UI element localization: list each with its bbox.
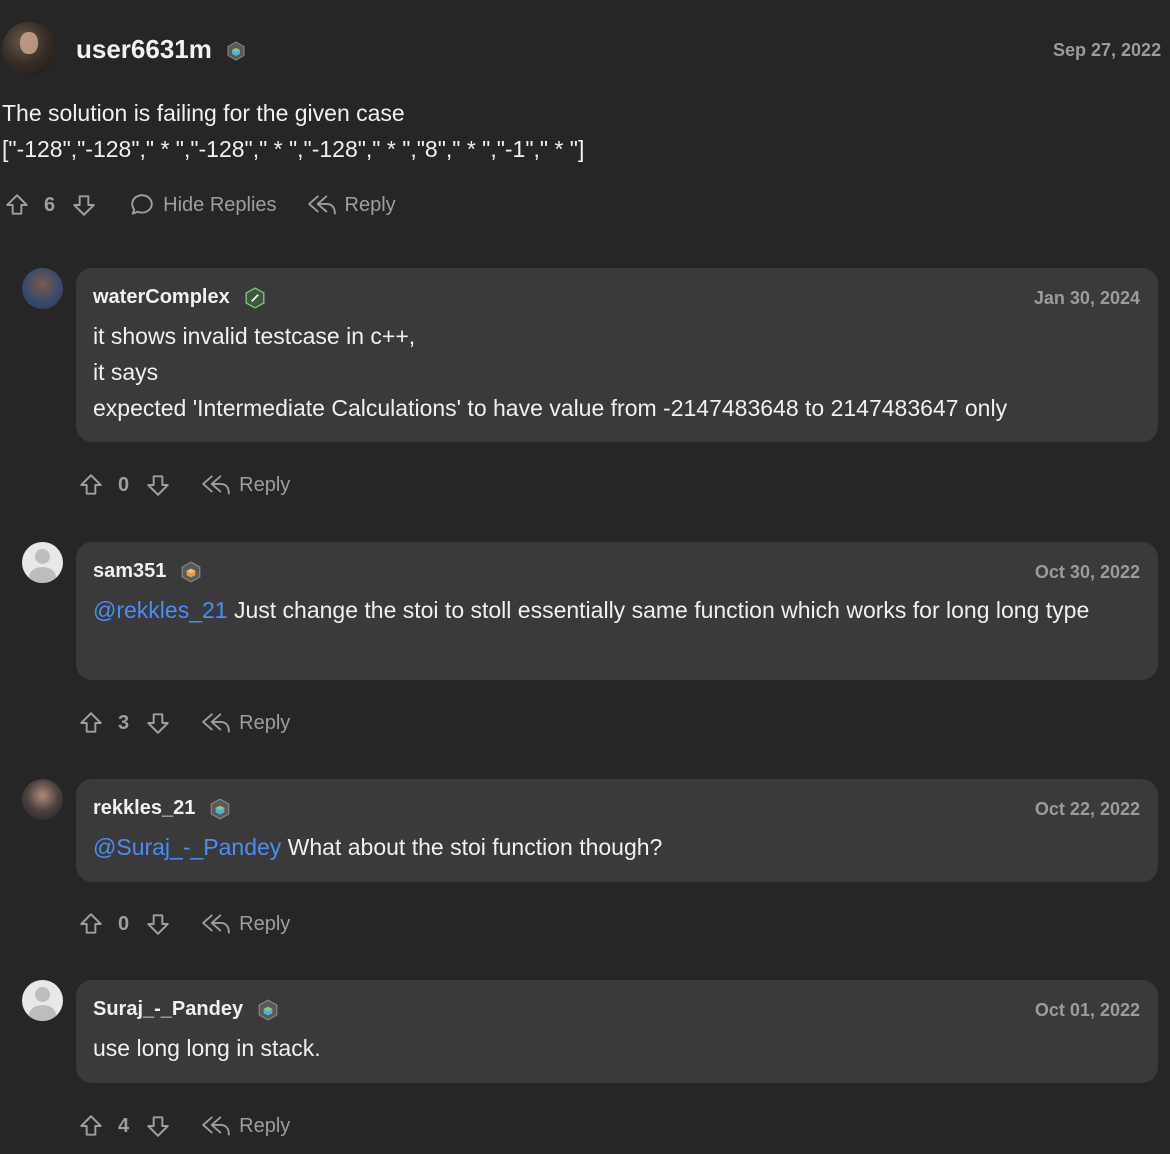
avatar[interactable] [2, 22, 56, 76]
reply-button[interactable]: Reply [201, 1113, 290, 1139]
hide-replies-button[interactable]: Hide Replies [129, 192, 277, 218]
vote-count: 4 [118, 1114, 130, 1137]
comment-text: Just change the stoi to stoll essentiall… [227, 597, 1090, 623]
comment-line: expected 'Intermediate Calculations' to … [93, 395, 1008, 421]
arrow-up-outline-icon[interactable] [78, 472, 104, 498]
avatar[interactable] [22, 268, 63, 309]
reply-button[interactable]: Reply [201, 911, 290, 937]
mention-link[interactable]: @rekkles_21 [93, 597, 228, 623]
vote-count: 3 [118, 711, 130, 734]
comment-actions: 0 Reply [78, 472, 290, 498]
comment-body: @rekkles_21 Just change the stoi to stol… [93, 592, 1140, 628]
comment-body: @Suraj_-_Pandey What about the stoi func… [93, 829, 1140, 865]
arrow-up-outline-icon[interactable] [78, 710, 104, 736]
avatar[interactable] [22, 779, 63, 820]
reply-arrow-icon [201, 1113, 231, 1139]
arrow-up-outline-icon[interactable] [4, 192, 30, 218]
arrow-up-outline-icon[interactable] [78, 911, 104, 937]
reply-card: rekkles_21 Oct 22, 2022 @Suraj_-_Pandey … [76, 779, 1158, 882]
cube-badge-icon [226, 41, 246, 61]
reply-label: Reply [344, 193, 396, 216]
comment-line: The solution is failing for the given ca… [2, 100, 405, 126]
post-date: Jan 30, 2024 [1033, 288, 1140, 308]
speech-bubble-icon [129, 192, 155, 218]
username[interactable]: user6631m [76, 34, 246, 65]
comment-body: The solution is failing for the given ca… [2, 95, 584, 167]
reply-button[interactable]: Reply [307, 192, 396, 218]
reply-card: Suraj_-_Pandey Oct 01, 2022 use long lon… [76, 980, 1158, 1083]
username-label[interactable]: Suraj_-_Pandey [93, 998, 243, 1020]
reply-arrow-icon [201, 710, 231, 736]
username-label[interactable]: rekkles_21 [93, 797, 195, 819]
hide-replies-label: Hide Replies [163, 193, 277, 216]
cube-badge-icon [244, 287, 266, 309]
username-label[interactable]: sam351 [93, 560, 166, 582]
cube-badge-icon [209, 798, 231, 820]
reply-card: waterComplex Jan 30, 2024 it shows inval… [76, 268, 1158, 442]
reply-button[interactable]: Reply [201, 472, 290, 498]
username[interactable]: waterComplex [93, 286, 266, 309]
comment-actions: 4 Reply [78, 1113, 290, 1139]
comment-line: ["-128","-128"," * ","-128"," * ","-128"… [2, 136, 585, 162]
vote-count: 0 [118, 473, 130, 496]
arrow-down-outline-icon[interactable] [145, 1113, 171, 1139]
post-date: Oct 22, 2022 [1034, 799, 1140, 819]
post-date: Sep 27, 2022 [1053, 40, 1162, 60]
username[interactable]: sam351 [93, 560, 202, 583]
reply-arrow-icon [201, 911, 231, 937]
comment-text: use long long in stack. [93, 1035, 321, 1061]
comment-text: What about the stoi function though? [281, 834, 663, 860]
reply-button[interactable]: Reply [201, 710, 290, 736]
arrow-down-outline-icon[interactable] [145, 472, 171, 498]
post-date: Oct 30, 2022 [1034, 562, 1140, 582]
avatar[interactable] [22, 980, 63, 1021]
reply-label: Reply [239, 473, 291, 496]
reply-arrow-icon [201, 472, 231, 498]
avatar[interactable] [22, 542, 63, 583]
arrow-down-outline-icon[interactable] [145, 710, 171, 736]
reply-label: Reply [239, 912, 291, 935]
reply-card: sam351 Oct 30, 2022 @rekkles_21 Just cha… [76, 542, 1158, 680]
username[interactable]: Suraj_-_Pandey [93, 998, 279, 1021]
post-date: Oct 01, 2022 [1034, 1000, 1140, 1020]
reply-label: Reply [239, 711, 291, 734]
vote-count: 6 [44, 193, 56, 216]
cube-badge-icon [180, 561, 202, 583]
cube-badge-icon [257, 999, 279, 1021]
comment-actions: 3 Reply [78, 710, 290, 736]
username-label[interactable]: waterComplex [93, 286, 230, 308]
top-comment: user6631m Sep 27, 2022 The solution is f… [0, 0, 1170, 240]
arrow-down-outline-icon[interactable] [145, 911, 171, 937]
comment-body: it shows invalid testcase in c++, it say… [93, 318, 1140, 426]
arrow-down-outline-icon[interactable] [71, 192, 97, 218]
comment-line: it says [93, 359, 159, 385]
username-label[interactable]: user6631m [76, 34, 212, 64]
reply-arrow-icon [307, 192, 337, 218]
arrow-up-outline-icon[interactable] [78, 1113, 104, 1139]
comment-body: use long long in stack. [93, 1030, 1140, 1066]
username[interactable]: rekkles_21 [93, 797, 231, 820]
mention-link[interactable]: @Suraj_-_Pandey [93, 834, 281, 860]
reply-label: Reply [239, 1114, 291, 1137]
vote-count: 0 [118, 912, 130, 935]
comment-line: it shows invalid testcase in c++, [93, 323, 416, 349]
comment-actions: 0 Reply [78, 911, 290, 937]
comment-actions: 6 Hide Replies Reply [4, 192, 396, 218]
